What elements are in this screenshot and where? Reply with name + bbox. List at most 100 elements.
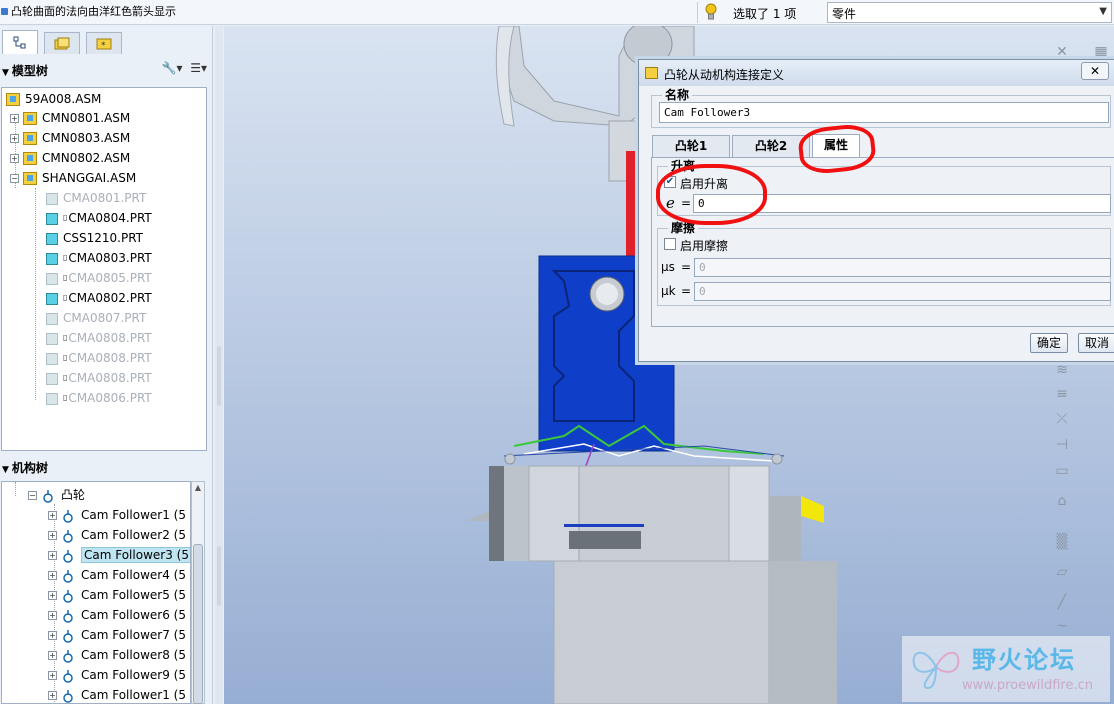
spring-tool-icon[interactable]: ≋ [1053,362,1071,380]
settings-tools-icon[interactable]: 🔧▾ [162,61,183,75]
tree-item-part[interactable]: ▯CMA0804.PRT [46,208,152,228]
panel-splitter[interactable] [215,26,223,704]
mech-tree-item-selected[interactable]: + Cam Follower3 (5 [48,545,190,565]
ok-button[interactable]: 确定 [1030,333,1068,353]
expand-icon[interactable]: + [48,651,57,660]
tab-favorites[interactable]: * [86,32,122,54]
tree-item-shanggai[interactable]: − SHANGGAI.ASM [10,168,136,188]
collapse-icon[interactable]: − [28,491,37,500]
hatch-tool-icon[interactable]: ▒ [1053,534,1071,552]
flag-icon: ▯ [63,213,68,222]
forum-watermark: 野火论坛 www.proewildfire.cn [902,636,1110,702]
tree-item-part[interactable]: ▯CMA0808.PRT [46,328,152,348]
tree-item-59a008[interactable]: 59A008.ASM [6,89,101,109]
mech-tree-item[interactable]: + Cam Follower9 (5 [48,665,186,685]
cam-follower-icon [63,529,73,543]
assembly-icon [23,132,37,145]
line-tool-icon[interactable]: ╱ [1053,594,1071,612]
tree-item-part[interactable]: ▯CMA0806.PRT [46,388,152,408]
tree-item-cmn0802[interactable]: + CMN0802.ASM [10,148,130,168]
watermark-url: www.proewildfire.cn [962,678,1093,693]
assembly-icon [6,93,20,106]
expand-icon[interactable]: + [48,551,57,560]
mech-tree-item[interactable]: + Cam Follower4 (5 [48,565,186,585]
dialog-titlebar[interactable]: 凸轮从动机构连接定义 ✕ [639,60,1114,86]
analysis-tool-icon[interactable]: ⌂ [1053,493,1071,511]
chevron-down-icon: ▼ [1099,6,1107,17]
dialog-app-icon [645,67,658,79]
tab-folder-browser[interactable] [44,32,80,54]
expand-icon[interactable]: + [10,134,19,143]
motor-tool-icon[interactable]: ⊣ [1053,437,1071,455]
expand-icon[interactable]: + [48,671,57,680]
tree-item-part[interactable]: CMA0807.PRT [46,308,146,328]
body-tool-icon[interactable]: ▭ [1053,463,1071,481]
assembly-icon [23,152,37,165]
expand-icon[interactable]: + [48,631,57,640]
expand-icon[interactable]: + [48,591,57,600]
collapse-triangle-icon[interactable]: ▼ [2,68,9,78]
lightbulb-icon[interactable] [704,3,718,21]
mech-tree-header[interactable]: ▼ 机构树 [0,457,213,477]
navigator-panel: * ▼ 模型树 🔧▾ ☰▾ 59A008.ASM + CMN0801.ASM + CM… [0,26,213,704]
model-tree-tools: 🔧▾ ☰▾ [162,61,207,75]
mech-tree-item[interactable]: + Cam Follower7 (5 [48,625,186,645]
tab-cam1[interactable]: 凸轮1 [652,135,730,157]
expand-icon[interactable]: + [10,114,19,123]
mech-tree-item[interactable]: + Cam Follower8 (5 [48,645,186,665]
status-message: 凸轮曲面的法向由洋红色箭头显示 [0,3,176,19]
mech-tree-cam-group[interactable]: − 凸轮 [28,485,85,505]
mech-tree-item[interactable]: + Cam Follower2 (5 [48,525,186,545]
scroll-up-icon[interactable]: ▲ [192,482,204,494]
cancel-button[interactable]: 取消 [1078,333,1114,353]
expand-icon[interactable]: + [48,691,57,700]
collapse-triangle-icon[interactable]: ▼ [2,465,9,475]
splitter-grip[interactable] [217,546,221,606]
tree-item-part[interactable]: ▯CMA0808.PRT [46,368,152,388]
mech-tree-item[interactable]: + Cam Follower1 (5 [48,685,186,703]
tree-item-part[interactable]: ▯CMA0805.PRT [46,268,152,288]
expand-icon[interactable]: + [48,611,57,620]
curve-tool-icon[interactable]: ∼ [1053,618,1071,636]
tree-item-part[interactable]: ▯CMA0802.PRT [46,288,152,308]
tree-item-part[interactable]: CSS1210.PRT [46,228,143,248]
mech-tree-item[interactable]: + Cam Follower1 (5 [48,505,186,525]
name-input[interactable]: Cam Follower3 [659,102,1109,123]
plane-tool-icon[interactable]: ▱ [1053,564,1071,582]
mu-k-label: μk [661,284,676,298]
flag-icon: ▯ [63,373,68,382]
watermark-title: 野火论坛 [972,646,1076,674]
expand-icon[interactable]: + [10,154,19,163]
mech-tree-item[interactable]: + Cam Follower6 (5 [48,605,186,625]
navigator-tabs: * [0,30,213,54]
flag-icon: ▯ [63,273,68,282]
show-menu-icon[interactable]: ☰▾ [190,61,207,75]
expand-icon[interactable]: + [48,511,57,520]
selection-filter-select[interactable]: 零件 ▼ [827,2,1112,23]
expand-icon[interactable]: + [48,531,57,540]
kinetic-friction-input[interactable]: 0 [694,282,1111,301]
force-tool-icon[interactable]: ⤫ [1053,411,1071,429]
splitter-grip[interactable] [217,346,221,406]
tree-item-part[interactable]: CMA0801.PRT [46,188,146,208]
tree-item-part[interactable]: ▯CMA0808.PRT [46,348,152,368]
expand-icon[interactable]: + [48,571,57,580]
tree-item-cmn0801[interactable]: + CMN0801.ASM [10,108,130,128]
damper-tool-icon[interactable]: ≡ [1053,386,1071,404]
tab-model-tree[interactable] [2,30,38,54]
tree-item-part[interactable]: ▯CMA0803.PRT [46,248,152,268]
tree-item-cmn0803[interactable]: + CMN0803.ASM [10,128,130,148]
part-icon [46,252,58,265]
flag-icon: ▯ [63,253,68,262]
mech-tree: − 凸轮 + Cam Follower1 (5 + Cam Follower2 (5 … [1,481,191,704]
flag-icon: ▯ [63,353,68,362]
mech-tree-scrollbar[interactable]: ▲ [191,481,205,704]
static-friction-input[interactable]: 0 [694,258,1111,277]
model-tree-header[interactable]: ▼ 模型树 🔧▾ ☰▾ [0,60,213,80]
close-button[interactable]: ✕ [1081,62,1109,80]
collapse-icon[interactable]: − [10,174,19,183]
selection-filter-value: 零件 [832,7,857,21]
scrollbar-thumb[interactable] [193,544,203,704]
mech-tree-item[interactable]: + Cam Follower5 (5 [48,585,186,605]
friction-checkbox[interactable] [664,238,676,250]
